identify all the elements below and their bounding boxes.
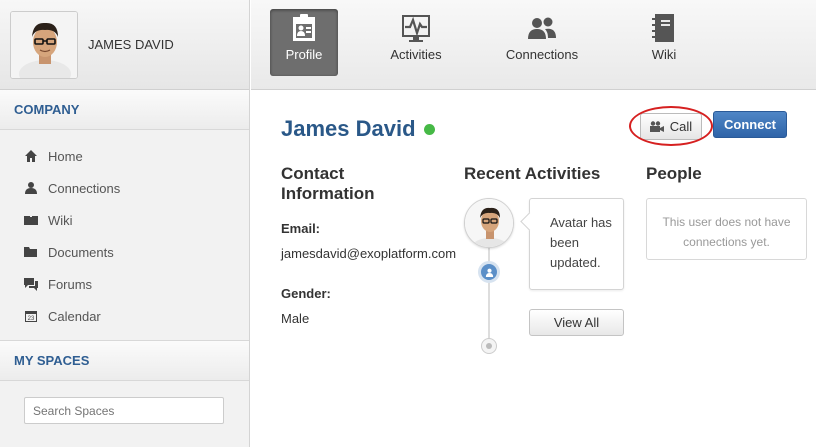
people-title: People — [646, 164, 702, 183]
company-nav: Home Connections Wiki Documents Forums 2… — [0, 130, 249, 341]
spaces-search — [0, 381, 249, 424]
user-box: JAMES DAVID — [0, 0, 249, 90]
profile-name: James David — [281, 116, 416, 141]
people-icon — [526, 9, 558, 47]
tab-activities[interactable]: Activities — [382, 9, 450, 76]
sidebar-item-label: Forums — [48, 276, 93, 292]
id-card-icon — [288, 9, 320, 47]
view-all-button[interactable]: View All — [529, 309, 624, 336]
profile-header: James David — [281, 116, 435, 142]
sidebar-item-wiki[interactable]: Wiki — [0, 204, 249, 236]
search-spaces-input[interactable] — [24, 397, 224, 424]
my-spaces-section-title[interactable]: MY SPACES — [0, 341, 249, 381]
sidebar-item-label: Calendar — [48, 308, 101, 324]
tab-profile[interactable]: Profile — [270, 9, 338, 76]
profile-main: James David Call Connect Contact Informa… — [251, 91, 816, 447]
sidebar-item-forums[interactable]: Forums — [0, 268, 249, 300]
sidebar-item-label: Documents — [48, 244, 114, 260]
book-icon — [24, 213, 38, 227]
sidebar-item-home[interactable]: Home — [0, 140, 249, 172]
tab-wiki[interactable]: Wiki — [630, 9, 698, 76]
user-avatar[interactable] — [10, 10, 78, 79]
contact-information-title: Contact Information — [281, 164, 375, 203]
email-value[interactable]: jamesdavid@exoplatform.com — [281, 246, 456, 261]
profile-tab-bar: Profile Activities Connections Wiki — [251, 0, 816, 90]
activity-item[interactable]: Avatar has been updated. — [529, 198, 624, 290]
notebook-icon — [648, 9, 680, 47]
chat-icon — [24, 277, 38, 291]
people-empty-message: This user does not have connections yet. — [646, 198, 807, 260]
tab-label: Profile — [285, 47, 323, 62]
gender-label: Gender: — [281, 286, 331, 301]
calendar-icon: 23 — [24, 309, 38, 323]
sidebar: JAMES DAVID COMPANY Home Connections Wik… — [0, 0, 250, 447]
user-name[interactable]: JAMES DAVID — [88, 37, 174, 52]
email-label: Email: — [281, 221, 321, 236]
home-icon — [24, 149, 38, 163]
activity-avatar[interactable] — [464, 198, 514, 248]
user-icon — [24, 181, 38, 195]
online-status-dot — [423, 123, 435, 135]
activity-node — [478, 261, 500, 283]
tab-connections[interactable]: Connections — [505, 9, 579, 76]
sidebar-item-calendar[interactable]: 23 Calendar — [0, 300, 249, 332]
connect-button[interactable]: Connect — [713, 111, 787, 138]
sidebar-item-documents[interactable]: Documents — [0, 236, 249, 268]
tab-label: Connections — [505, 47, 579, 62]
sidebar-item-label: Home — [48, 148, 83, 164]
user-small-icon — [485, 268, 493, 277]
activity-timeline-end — [481, 338, 497, 354]
calendar-day-text: 23 — [28, 316, 35, 322]
sidebar-item-label: Connections — [48, 180, 121, 196]
call-button-label: Call — [669, 119, 693, 134]
sidebar-item-connections[interactable]: Connections — [0, 172, 249, 204]
video-camera-icon — [649, 120, 664, 132]
gender-value: Male — [281, 311, 310, 326]
call-button[interactable]: Call — [640, 113, 702, 140]
tab-label: Activities — [390, 47, 442, 62]
company-section-title[interactable]: COMPANY — [0, 90, 249, 130]
tab-label: Wiki — [651, 47, 677, 62]
folder-icon — [24, 245, 38, 259]
pulse-icon — [400, 9, 432, 47]
recent-activities-title: Recent Activities — [464, 164, 601, 183]
sidebar-item-label: Wiki — [48, 212, 73, 228]
